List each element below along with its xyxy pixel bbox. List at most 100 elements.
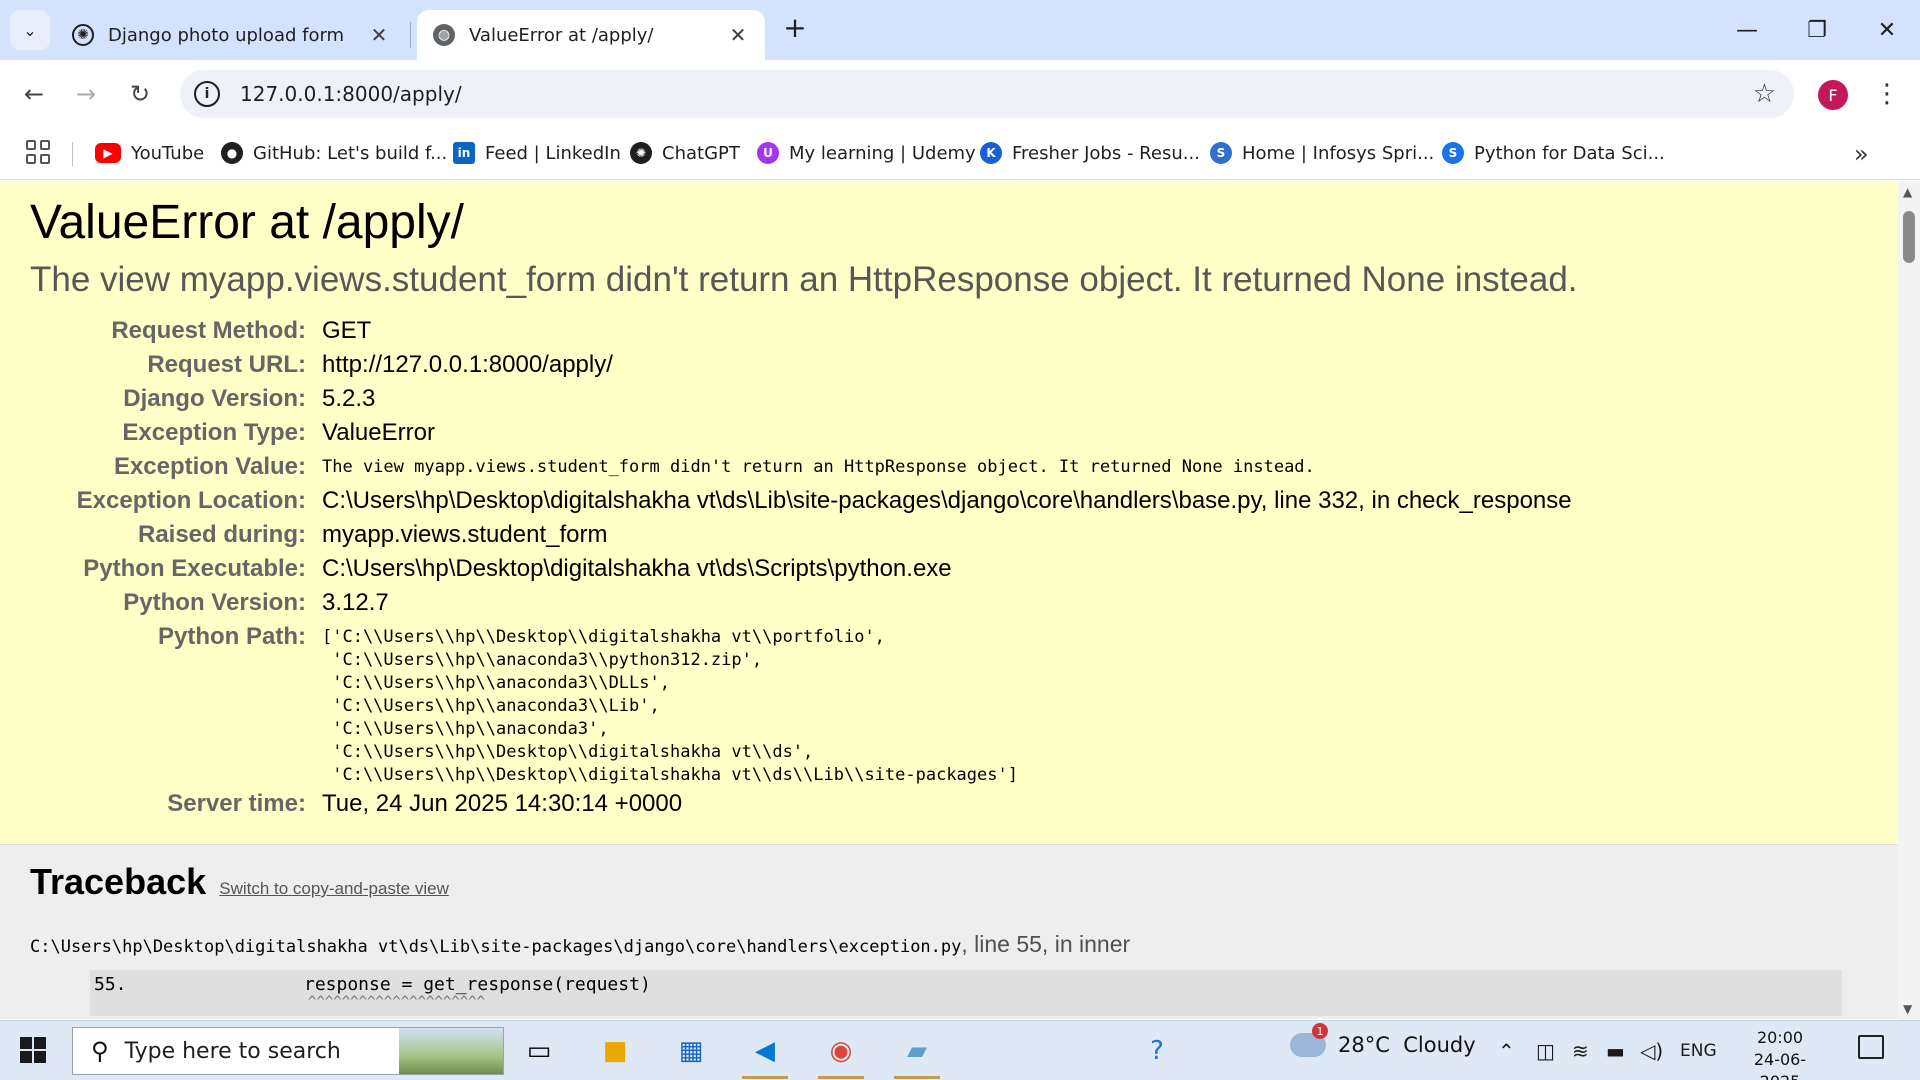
meta-label: Python Executable: <box>83 555 306 582</box>
meta-label: Exception Location: <box>76 487 306 514</box>
meta-value: 5.2.3 <box>322 385 376 412</box>
request-meta-table: Request Method: GET Request URL: http://… <box>30 314 1868 821</box>
taskbar-search-box[interactable]: ⚲ Type here to search <box>72 1027 504 1075</box>
weather-temp: 28°C <box>1338 1033 1390 1057</box>
bookmark-udemy[interactable]: U My learning | Udemy <box>757 138 976 168</box>
chrome-icon[interactable]: ◉ <box>818 1029 864 1079</box>
linkedin-icon: in <box>453 142 475 164</box>
meta-row: Exception Location: C:\Users\hp\Desktop\… <box>30 484 1868 518</box>
error-summary: ValueError at /apply/ The view myapp.vie… <box>0 181 1898 845</box>
bookmark-chatgpt[interactable]: ✺ ChatGPT <box>630 138 740 168</box>
traceback-section: Traceback Switch to copy-and-paste view … <box>0 845 1898 1019</box>
url-text[interactable]: 127.0.0.1:8000/apply/ <box>240 82 1753 106</box>
meta-value: Tue, 24 Jun 2025 14:30:14 +0000 <box>322 790 683 817</box>
meta-row: Raised during: myapp.views.student_form <box>30 518 1868 552</box>
python-path-entry: 'C:\\Users\\hp\\Desktop\\digitalshakha v… <box>322 765 1018 785</box>
profile-avatar[interactable]: F <box>1818 80 1848 110</box>
meta-row: Django Version: 5.2.3 <box>30 382 1868 416</box>
bookmark-python-data-sci[interactable]: S Python for Data Sci... <box>1442 138 1665 168</box>
bookmark-linkedin[interactable]: in Feed | LinkedIn <box>453 138 621 168</box>
tab-divider <box>410 22 411 48</box>
file-explorer-icon[interactable]: ■ <box>592 1029 638 1073</box>
tab-strip: ⌄ ✺ Django photo upload form ✕ ◍ ValueEr… <box>0 0 1920 60</box>
wifi-icon[interactable]: ≋ <box>1572 1039 1589 1063</box>
meet-icon[interactable]: ◫ <box>1536 1039 1555 1063</box>
star-icon[interactable]: ☆ <box>1753 79 1776 109</box>
vertical-scrollbar[interactable]: ▲ ▼ <box>1898 181 1920 1020</box>
restore-button[interactable]: ❐ <box>1792 10 1842 50</box>
tab-django-photo-upload[interactable]: ✺ Django photo upload form ✕ <box>56 10 406 60</box>
clock-time: 20:00 <box>1756 1028 1804 1047</box>
meta-value: ValueError <box>322 419 435 446</box>
code-context[interactable]: 55. response = get_response(request) ^^^^… <box>90 970 1842 1016</box>
chatgpt-icon: ✺ <box>72 24 94 46</box>
switch-view-link[interactable]: Switch to copy-and-paste view <box>219 879 449 898</box>
system-clock[interactable]: 20:00 24-06-2025 <box>1735 1027 1825 1080</box>
scroll-up-icon[interactable]: ▲ <box>1903 185 1912 199</box>
scroll-down-icon[interactable]: ▼ <box>1903 1002 1912 1016</box>
chevron-right-double-icon[interactable]: » <box>1854 140 1869 168</box>
clock-date: 24-06-2025 <box>1753 1050 1807 1080</box>
bookmark-github[interactable]: ● GitHub: Let's build f... <box>221 138 447 168</box>
new-tab-button[interactable]: + <box>780 14 810 44</box>
close-window-button[interactable]: ✕ <box>1862 10 1912 50</box>
menu-icon[interactable]: ⋮ <box>1874 74 1900 114</box>
tab-search-button[interactable]: ⌄ <box>10 10 50 50</box>
battery-icon[interactable]: ▬ <box>1606 1039 1625 1063</box>
notification-center-icon[interactable] <box>1858 1035 1884 1059</box>
tab-title: Django photo upload form <box>108 24 345 46</box>
notification-badge: 1 <box>1312 1023 1328 1039</box>
help-icon[interactable]: ? <box>1134 1029 1180 1073</box>
globe-icon: ◍ <box>433 24 455 46</box>
back-button[interactable]: ← <box>14 74 54 114</box>
meta-value: 3.12.7 <box>322 589 389 616</box>
task-view-icon[interactable]: ▭ <box>516 1029 562 1073</box>
meta-label: Request URL: <box>147 351 306 378</box>
meta-value: C:\Users\hp\Desktop\digitalshakha vt\ds\… <box>322 487 1572 514</box>
minimize-button[interactable]: — <box>1722 10 1772 50</box>
apps-icon[interactable] <box>26 140 50 164</box>
simplilearn-icon: S <box>1442 142 1464 164</box>
youtube-icon: ▶ <box>95 143 121 163</box>
bookmark-label: Home | Infosys Spri... <box>1242 142 1435 164</box>
reload-button[interactable]: ↻ <box>120 74 160 114</box>
microsoft-store-icon[interactable]: ▦ <box>668 1029 714 1073</box>
address-bar[interactable]: i 127.0.0.1:8000/apply/ ☆ <box>180 70 1794 118</box>
meta-label: Exception Value: <box>113 453 306 480</box>
search-icon: ⚲ <box>91 1037 109 1065</box>
line-number: 55. <box>94 974 127 995</box>
bookmark-youtube[interactable]: ▶ YouTube <box>95 138 204 168</box>
traceback-frame: C:\Users\hp\Desktop\digitalshakha vt\ds\… <box>30 931 1868 958</box>
bookmark-infosys[interactable]: S Home | Infosys Spri... <box>1210 138 1434 168</box>
python-path-entry: 'C:\\Users\\hp\\anaconda3\\DLLs', <box>322 673 670 693</box>
tab-valueerror[interactable]: ◍ ValueError at /apply/ ✕ <box>417 10 765 60</box>
meta-value: myapp.views.student_form <box>322 521 608 548</box>
bookmark-label: Fresher Jobs - Resu... <box>1012 142 1200 164</box>
meta-label: Exception Type: <box>122 419 306 446</box>
forward-button[interactable]: → <box>66 74 106 114</box>
python-path-entry: ['C:\\Users\\hp\\Desktop\\digitalshakha … <box>322 627 885 647</box>
browser-toolbar: ← → ↻ i 127.0.0.1:8000/apply/ ☆ F ⋮ <box>0 60 1920 128</box>
close-icon[interactable]: ✕ <box>727 23 749 47</box>
notepad-icon[interactable]: ▰ <box>894 1029 940 1079</box>
weather-widget[interactable]: 1 28°C Cloudy <box>1290 1023 1476 1057</box>
info-icon[interactable]: i <box>194 81 220 107</box>
chevron-up-icon[interactable]: ⌃ <box>1498 1039 1515 1063</box>
page-title: ValueError at /apply/ <box>30 196 464 249</box>
bookmark-fresher-jobs[interactable]: K Fresher Jobs - Resu... <box>980 138 1200 168</box>
search-placeholder: Type here to search <box>124 1038 341 1064</box>
vscode-icon[interactable]: ◀ <box>742 1029 788 1079</box>
python-path-entry: 'C:\\Users\\hp\\anaconda3\\Lib', <box>322 696 660 716</box>
github-icon: ● <box>221 142 243 164</box>
chatgpt-icon: ✺ <box>630 142 652 164</box>
volume-icon[interactable]: ◁) <box>1640 1039 1663 1063</box>
windows-start-icon[interactable] <box>20 1037 46 1063</box>
windows-taskbar: ⚲ Type here to search ▭ ■ ▦ ◀ ◉ ▰ ? 1 28… <box>0 1020 1920 1080</box>
meta-label: Python Path: <box>158 623 306 650</box>
meta-value: http://127.0.0.1:8000/apply/ <box>322 351 613 378</box>
bookmark-divider <box>72 142 73 166</box>
tab-title: ValueError at /apply/ <box>469 24 654 46</box>
scrollbar-thumb[interactable] <box>1903 211 1915 263</box>
close-icon[interactable]: ✕ <box>368 23 390 47</box>
language-indicator[interactable]: ENG <box>1680 1041 1717 1061</box>
